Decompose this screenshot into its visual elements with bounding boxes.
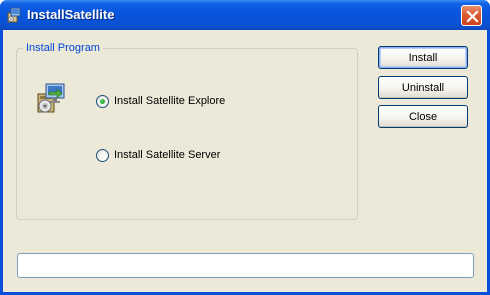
radio-install-server[interactable]: Install Satellite Server [96, 148, 220, 162]
radio-label-explore: Install Satellite Explore [114, 94, 226, 107]
install-button[interactable]: Install [378, 46, 468, 69]
radio-button-checked[interactable] [96, 94, 109, 108]
close-button[interactable]: Close [378, 105, 468, 128]
install-program-group: Install Program Install Satellite Explor… [16, 41, 358, 220]
setup-package-icon [35, 82, 67, 114]
dialog-body: Install Program Install Satellite Explor… [3, 30, 487, 292]
installer-icon [6, 7, 22, 23]
close-icon [466, 10, 479, 23]
status-field [17, 253, 474, 278]
radio-button-unchecked[interactable] [96, 148, 109, 162]
uninstall-button[interactable]: Uninstall [378, 76, 468, 99]
window-title: InstallSatellite [27, 7, 115, 22]
radio-install-explore[interactable]: Install Satellite Explore [96, 94, 225, 108]
close-window-button[interactable] [461, 5, 482, 26]
group-title: Install Program [23, 41, 103, 55]
installer-window: InstallSatellite Install Program Install… [0, 0, 490, 295]
title-bar[interactable]: InstallSatellite [0, 0, 490, 30]
radio-label-server: Install Satellite Server [114, 148, 221, 161]
